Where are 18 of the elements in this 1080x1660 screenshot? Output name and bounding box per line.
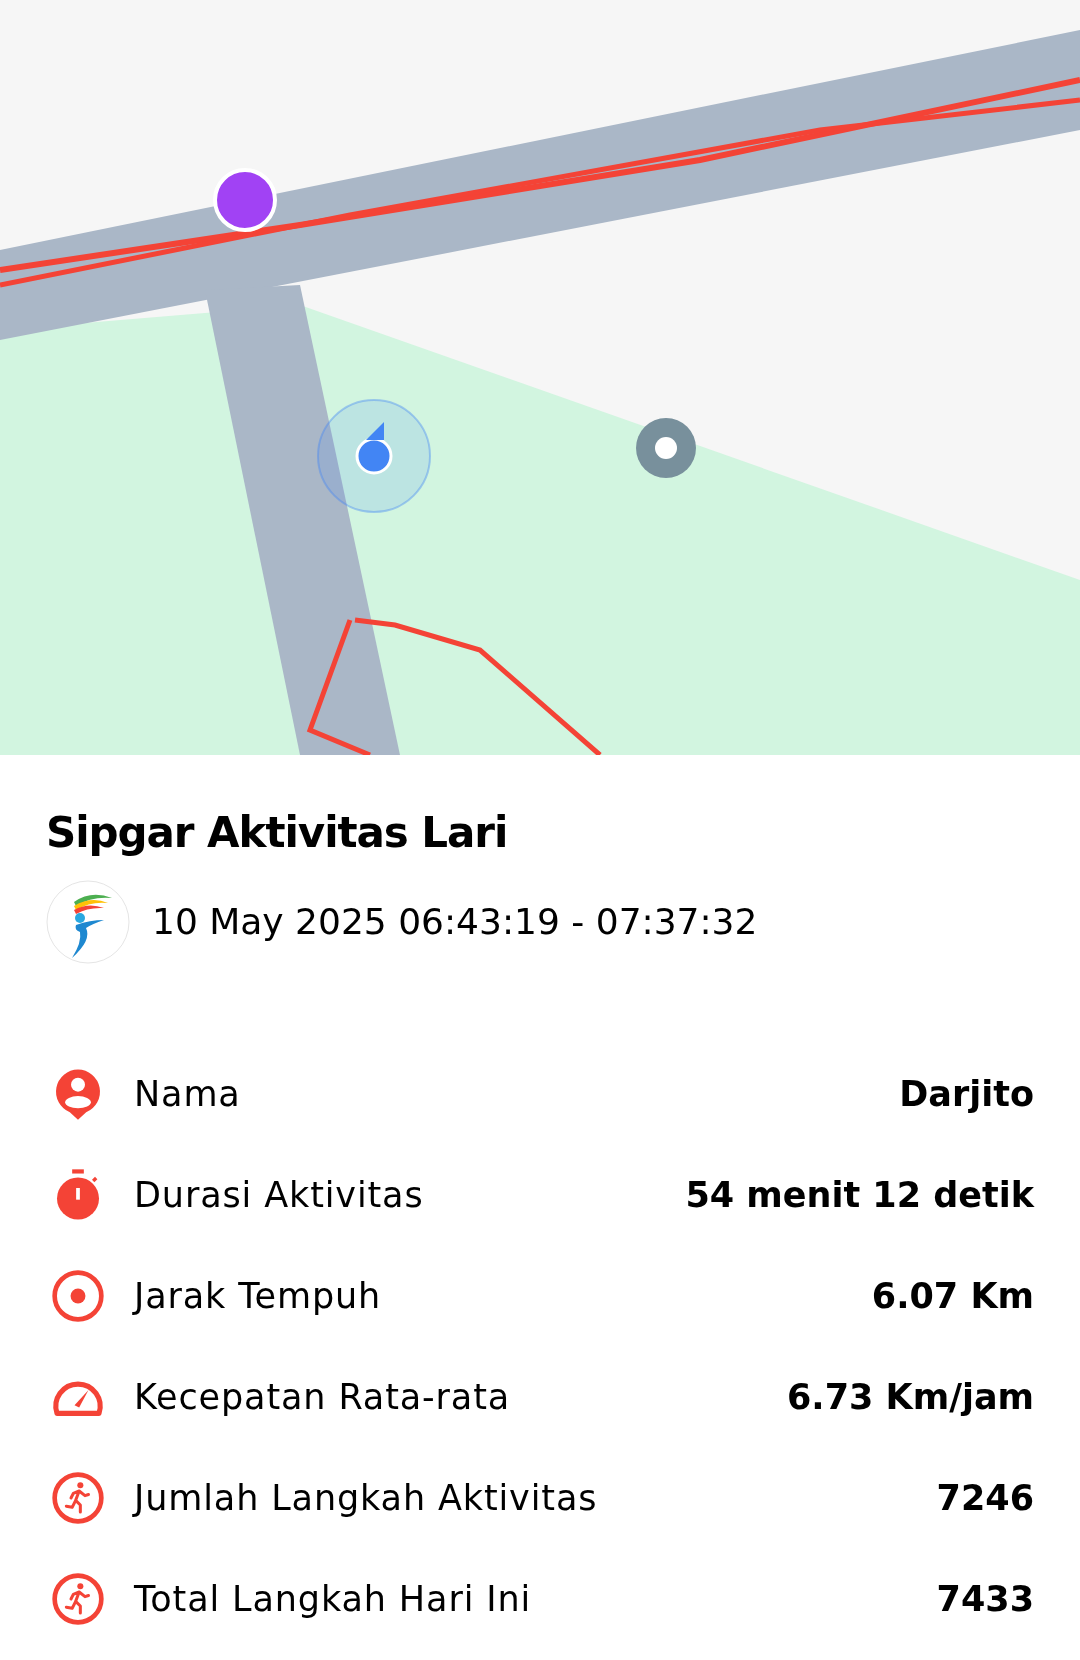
- stat-label: Jumlah Langkah Aktivitas: [134, 1476, 598, 1520]
- time-range: 10 May 2025 06:43:19 - 07:37:32: [152, 899, 758, 944]
- stat-value: Darjito: [899, 1072, 1034, 1116]
- stat-value: 6.07 Km: [871, 1274, 1034, 1318]
- stat-value: 6.73 Km/jam: [787, 1375, 1034, 1419]
- stat-label: Kecepatan Rata-rata: [134, 1375, 511, 1419]
- app-logo-icon: [46, 879, 130, 964]
- stat-label: Total Langkah Hari Ini: [134, 1577, 532, 1621]
- stat-label: Durasi Aktivitas: [134, 1173, 424, 1217]
- activity-title: Sipgar Aktivitas Lari: [46, 807, 509, 859]
- stat-label: Nama: [134, 1072, 241, 1116]
- running-person-icon: [50, 1571, 106, 1627]
- stat-value: 7246: [936, 1476, 1034, 1520]
- stat-label: Jarak Tempuh: [134, 1274, 382, 1318]
- stat-value: 7433: [936, 1577, 1034, 1621]
- running-person-icon: [50, 1470, 106, 1526]
- stat-value: 54 menit 12 detik: [685, 1173, 1034, 1217]
- target-icon: [50, 1268, 106, 1324]
